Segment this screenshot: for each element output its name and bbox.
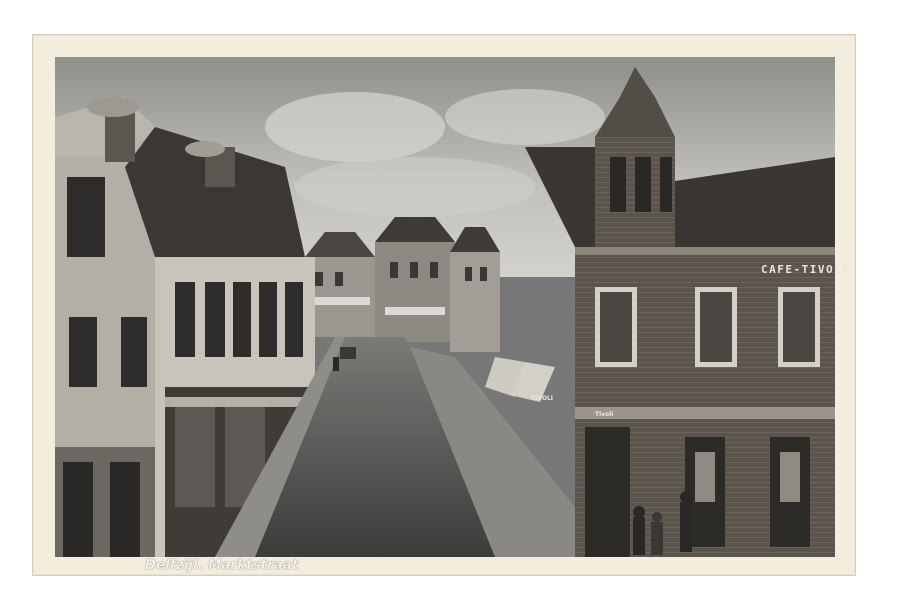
street-scene [55,57,835,557]
postcard: Delfzijl. Marktstraat CAFE-TIVOLI Tivoli… [32,34,856,576]
distant-buildings [305,217,500,352]
street-photo [55,57,835,557]
street-sign: TIVOLI [531,395,554,402]
window-sign: Tivoli [595,411,614,418]
postcard-caption: Delfzijl. Marktstraat [145,558,299,573]
cafe-sign: CAFE-TIVOLI [761,263,851,276]
